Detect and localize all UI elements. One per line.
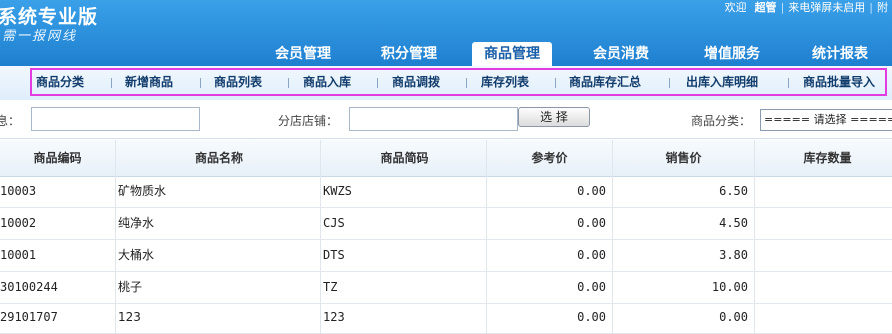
cell-reference-price: 0.00 (487, 240, 613, 271)
cell-name: 大桶水 (116, 240, 321, 271)
cell-reference-price: 0.00 (487, 176, 613, 207)
column-header-sale-price[interactable]: 销售价 (613, 140, 755, 176)
tab-statistics-reports[interactable]: 统计报表 (790, 42, 890, 66)
app-header: 系统专业版 需一报网线 欢迎 超管 | 来电弹屏未启用 | 附 会员管理 积分管理 商品管… (0, 0, 892, 66)
cell-sale-price: 4.50 (613, 208, 755, 239)
store-input[interactable] (349, 107, 518, 131)
submenu-inventory-list[interactable]: 库存列表 (481, 70, 529, 94)
cell-sale-price: 10.00 (613, 272, 755, 303)
product-submenu: 商品分类 新增商品 商品列表 商品入库 商品调拨 库存列表 商品库存汇总 出库入… (30, 68, 887, 96)
column-header-name[interactable]: 商品名称 (116, 140, 321, 176)
cell-code: 10003 (0, 176, 116, 207)
submenu-stock-io-detail[interactable]: 出库入库明细 (686, 70, 758, 94)
table-row[interactable]: 10003 矿物质水 KWZS 0.00 6.50 (0, 176, 892, 208)
tab-product-management[interactable]: 商品管理 (472, 42, 552, 66)
select-button[interactable]: 选 择 (518, 107, 590, 127)
cell-name: 桃子 (116, 272, 321, 303)
submenu-product-transfer[interactable]: 商品调拨 (392, 70, 440, 94)
topbar-edge-link[interactable]: 附 (873, 0, 892, 15)
cell-stock (755, 272, 892, 303)
welcome-text: 欢迎 (724, 1, 747, 14)
current-user[interactable]: 超管 (751, 0, 781, 15)
cell-name: 矿物质水 (116, 176, 321, 207)
submenu-inventory-summary[interactable]: 商品库存汇总 (569, 70, 641, 94)
brand-slogan: 需一报网线 (2, 29, 78, 44)
cell-code: 10001 (0, 240, 116, 271)
cell-sale-price: 3.80 (613, 240, 755, 271)
cell-code: 10002 (0, 208, 116, 239)
cell-stock (755, 208, 892, 239)
column-header-reference-price[interactable]: 参考价 (487, 140, 613, 176)
category-select[interactable]: ===== 请选择 ===== (760, 109, 892, 131)
category-label: 商品分类： (691, 114, 752, 128)
submenu-product-stock-in[interactable]: 商品入库 (303, 70, 351, 94)
cell-reference-price: 0.00 (487, 302, 613, 333)
info-input[interactable] (31, 107, 200, 131)
tab-member-consumption[interactable]: 会员消费 (576, 42, 666, 66)
column-header-stock[interactable]: 库存数量 (755, 140, 892, 176)
submenu-add-product[interactable]: 新增商品 (125, 70, 173, 94)
cell-stock (755, 240, 892, 271)
table-row[interactable]: 10001 大桶水 DTS 0.00 3.80 (0, 240, 892, 272)
tab-value-added-services[interactable]: 增值服务 (682, 42, 782, 66)
submenu-batch-import[interactable]: 商品批量导入 (803, 70, 875, 94)
divider (466, 78, 467, 88)
cell-reference-price: 0.00 (487, 208, 613, 239)
submenu-bar: 商品分类 新增商品 商品列表 商品入库 商品调拨 库存列表 商品库存汇总 出库入… (0, 66, 892, 101)
cell-name: 123 (116, 302, 321, 333)
submenu-product-category[interactable]: 商品分类 (36, 70, 84, 94)
cell-stock (755, 302, 892, 333)
cell-reference-price: 0.00 (487, 272, 613, 303)
cell-short-code: CJS (321, 208, 487, 239)
cell-short-code: 123 (321, 302, 487, 333)
divider (669, 78, 670, 88)
column-header-short-code[interactable]: 商品简码 (321, 140, 487, 176)
cell-short-code: KWZS (321, 176, 487, 207)
cell-sale-price: 0.00 (613, 302, 755, 333)
divider (377, 78, 378, 88)
submenu-product-list[interactable]: 商品列表 (214, 70, 262, 94)
store-label: 分店店铺： (278, 114, 339, 128)
tab-member-management[interactable]: 会员管理 (258, 42, 348, 66)
top-user-bar: 欢迎 超管 | 来电弹屏未启用 | 附 (721, 0, 892, 16)
table-header: 商品编码 商品名称 商品简码 参考价 销售价 库存数量 (0, 140, 892, 177)
table-row[interactable]: 10002 纯净水 CJS 0.00 4.50 (0, 208, 892, 240)
cell-code: 30100244 (0, 272, 116, 303)
divider (200, 78, 201, 88)
divider (788, 78, 789, 88)
divider (555, 78, 556, 88)
cell-short-code: DTS (321, 240, 487, 271)
cell-sale-price: 6.50 (613, 176, 755, 207)
divider (288, 78, 289, 88)
tab-points-management[interactable]: 积分管理 (364, 42, 454, 66)
column-header-code[interactable]: 商品编码 (0, 140, 116, 176)
table-row[interactable]: 29101707 123 123 0.00 0.00 (0, 302, 892, 334)
info-label: 息： (0, 114, 21, 128)
cell-short-code: TZ (321, 272, 487, 303)
divider (111, 78, 112, 88)
table-row[interactable]: 30100244 桃子 TZ 0.00 10.00 (0, 272, 892, 304)
cell-code: 29101707 (0, 302, 116, 333)
search-bar: 息： 分店店铺： 选 择 商品分类： ===== 请选择 ===== (0, 100, 892, 139)
cell-name: 纯净水 (116, 208, 321, 239)
cell-stock (755, 176, 892, 207)
call-popup-status[interactable]: 来电弹屏未启用 (784, 0, 869, 15)
